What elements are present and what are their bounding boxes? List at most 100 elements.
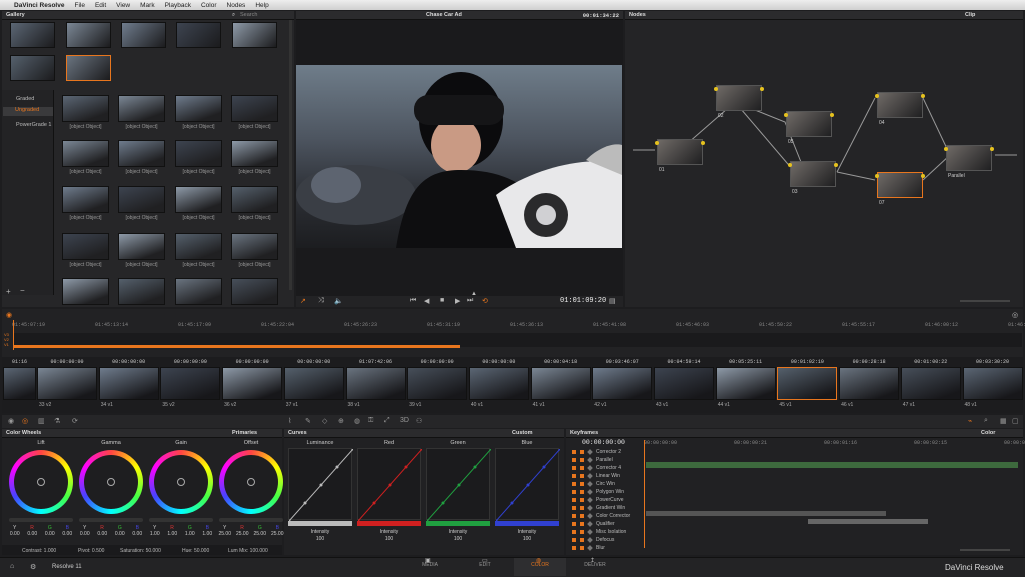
gallery-still[interactable] bbox=[62, 140, 109, 167]
kf-row-toggle-icon[interactable] bbox=[572, 522, 576, 526]
wheel-master-slider[interactable] bbox=[149, 518, 213, 522]
curve-line[interactable] bbox=[356, 447, 424, 523]
wheel-value[interactable]: 25.00 bbox=[218, 531, 231, 537]
timeline-options-icon[interactable]: ◎ bbox=[1012, 311, 1018, 319]
rgb-mixer-icon[interactable]: ⚗ bbox=[54, 417, 60, 425]
kf-row-toggle-icon[interactable] bbox=[572, 498, 576, 502]
page-deliver[interactable]: DELIVER bbox=[580, 562, 610, 568]
gallery-still[interactable] bbox=[118, 95, 165, 122]
clip-thumbnail[interactable] bbox=[468, 367, 529, 400]
node-output-dot[interactable] bbox=[921, 174, 925, 178]
node-02[interactable] bbox=[716, 85, 762, 111]
kf-playhead[interactable] bbox=[644, 440, 645, 548]
kf-row-lock-icon[interactable] bbox=[580, 546, 584, 550]
wheel-value[interactable]: 0.00 bbox=[80, 531, 90, 537]
wheel-value[interactable]: 1.00 bbox=[167, 531, 177, 537]
clip-thumbnail[interactable] bbox=[160, 367, 221, 400]
color-wheels-icon[interactable]: ◎ bbox=[22, 417, 28, 425]
shuffle-icon[interactable]: ⤨ bbox=[318, 297, 324, 305]
kf-row-toggle-icon[interactable] bbox=[572, 466, 576, 470]
memory-still[interactable] bbox=[66, 22, 111, 48]
menu-mark[interactable]: Mark bbox=[140, 2, 154, 9]
color-wheel[interactable] bbox=[149, 450, 213, 514]
gallery-still[interactable] bbox=[231, 278, 278, 305]
gallery-still[interactable] bbox=[118, 186, 165, 213]
kf-row-toggle-icon[interactable] bbox=[572, 530, 576, 534]
wheel-value[interactable]: 1.00 bbox=[185, 531, 195, 537]
clip-thumbnail[interactable] bbox=[715, 367, 776, 400]
page-edit[interactable]: EDIT bbox=[470, 562, 500, 568]
contrast-value[interactable]: Contrast: 1.000 bbox=[22, 548, 56, 554]
gallery-still[interactable] bbox=[231, 186, 278, 213]
color-wheel[interactable] bbox=[9, 450, 73, 514]
key-icon[interactable]: ⚿ bbox=[368, 417, 373, 425]
stereo-icon[interactable]: ⚇ bbox=[416, 417, 422, 425]
playhead[interactable] bbox=[13, 320, 14, 350]
curve-graph[interactable] bbox=[494, 447, 562, 523]
menu-view[interactable]: View bbox=[116, 2, 130, 9]
kf-row-lock-icon[interactable] bbox=[580, 506, 584, 510]
color-wheel[interactable] bbox=[79, 450, 143, 514]
curve-line[interactable] bbox=[287, 447, 355, 523]
volume-icon[interactable]: 🔈 bbox=[334, 297, 343, 305]
wheel-value[interactable]: 0.00 bbox=[10, 531, 20, 537]
gallery-still[interactable] bbox=[175, 233, 222, 260]
wheel-center-handle[interactable] bbox=[37, 478, 45, 486]
clip-thumbnail[interactable] bbox=[3, 367, 36, 400]
curves-icon[interactable]: ⌇ bbox=[288, 417, 291, 425]
grid-icon[interactable]: ▦ bbox=[1000, 417, 1007, 425]
kf-row-lock-icon[interactable] bbox=[580, 450, 584, 454]
menu-file[interactable]: File bbox=[74, 2, 84, 9]
loop-icon[interactable]: ⟲ bbox=[482, 297, 488, 305]
home-icon[interactable]: ⌂ bbox=[10, 563, 14, 570]
pivot-value[interactable]: Pivot: 0.500 bbox=[78, 548, 104, 554]
kf-row-lock-icon[interactable] bbox=[580, 466, 584, 470]
curve-graph[interactable] bbox=[356, 447, 424, 523]
keyframes-icon[interactable]: ⌁ bbox=[968, 417, 972, 425]
kf-row-lock-icon[interactable] bbox=[580, 482, 584, 486]
node-input-dot[interactable] bbox=[875, 174, 879, 178]
wheel-value[interactable]: 1.00 bbox=[202, 531, 212, 537]
menu-playback[interactable]: Playback bbox=[165, 2, 191, 9]
motion-icon[interactable]: ⟳ bbox=[72, 417, 78, 425]
lum-mix-value[interactable]: Lum Mix: 100.000 bbox=[228, 548, 268, 554]
menu-color[interactable]: Color bbox=[201, 2, 217, 9]
clip-thumbnail[interactable] bbox=[654, 367, 714, 400]
kf-row-lock-icon[interactable] bbox=[580, 530, 584, 534]
kf-row-toggle-icon[interactable] bbox=[572, 458, 576, 462]
gallery-still[interactable] bbox=[62, 95, 109, 122]
kf-row-toggle-icon[interactable] bbox=[572, 450, 576, 454]
node-parallel[interactable] bbox=[946, 145, 992, 171]
gallery-still[interactable] bbox=[231, 233, 278, 260]
gallery-still[interactable] bbox=[231, 95, 278, 122]
hue-value[interactable]: Hue: 50.000 bbox=[182, 548, 209, 554]
node-output-dot[interactable] bbox=[760, 87, 764, 91]
clip-thumbnail[interactable] bbox=[900, 367, 961, 400]
wheel-value[interactable]: 0.00 bbox=[62, 531, 72, 537]
expand-icon[interactable]: ▢ bbox=[1012, 417, 1019, 425]
kf-row-toggle-icon[interactable] bbox=[572, 514, 576, 518]
memory-still[interactable] bbox=[176, 22, 221, 48]
first-frame-icon[interactable]: ⏮ bbox=[410, 297, 416, 305]
color-match-icon[interactable]: ▥ bbox=[38, 417, 45, 425]
node-input-dot[interactable] bbox=[788, 163, 792, 167]
gallery-still[interactable] bbox=[62, 186, 109, 213]
node-output-dot[interactable] bbox=[921, 94, 925, 98]
wheel-master-slider[interactable] bbox=[9, 518, 73, 522]
clip-thumbnail[interactable] bbox=[98, 367, 159, 400]
clip-thumbnail[interactable] bbox=[345, 367, 406, 400]
wheel-value[interactable]: 1.00 bbox=[150, 531, 160, 537]
curve-line[interactable] bbox=[425, 447, 493, 523]
wheel-center-handle[interactable] bbox=[107, 478, 115, 486]
remove-album-icon[interactable]: − bbox=[20, 286, 25, 295]
pointer-tool-icon[interactable]: ↗ bbox=[300, 297, 306, 305]
menu-help[interactable]: Help bbox=[255, 2, 268, 9]
qualifier-icon[interactable]: ✎ bbox=[305, 417, 311, 425]
gallery-still[interactable] bbox=[62, 278, 109, 305]
node-input-dot[interactable] bbox=[714, 87, 718, 91]
node-input-dot[interactable] bbox=[875, 94, 879, 98]
wheel-value[interactable]: 0.00 bbox=[132, 531, 142, 537]
gallery-still[interactable] bbox=[118, 140, 165, 167]
node-input-dot[interactable] bbox=[784, 113, 788, 117]
kf-row-lock-icon[interactable] bbox=[580, 522, 584, 526]
